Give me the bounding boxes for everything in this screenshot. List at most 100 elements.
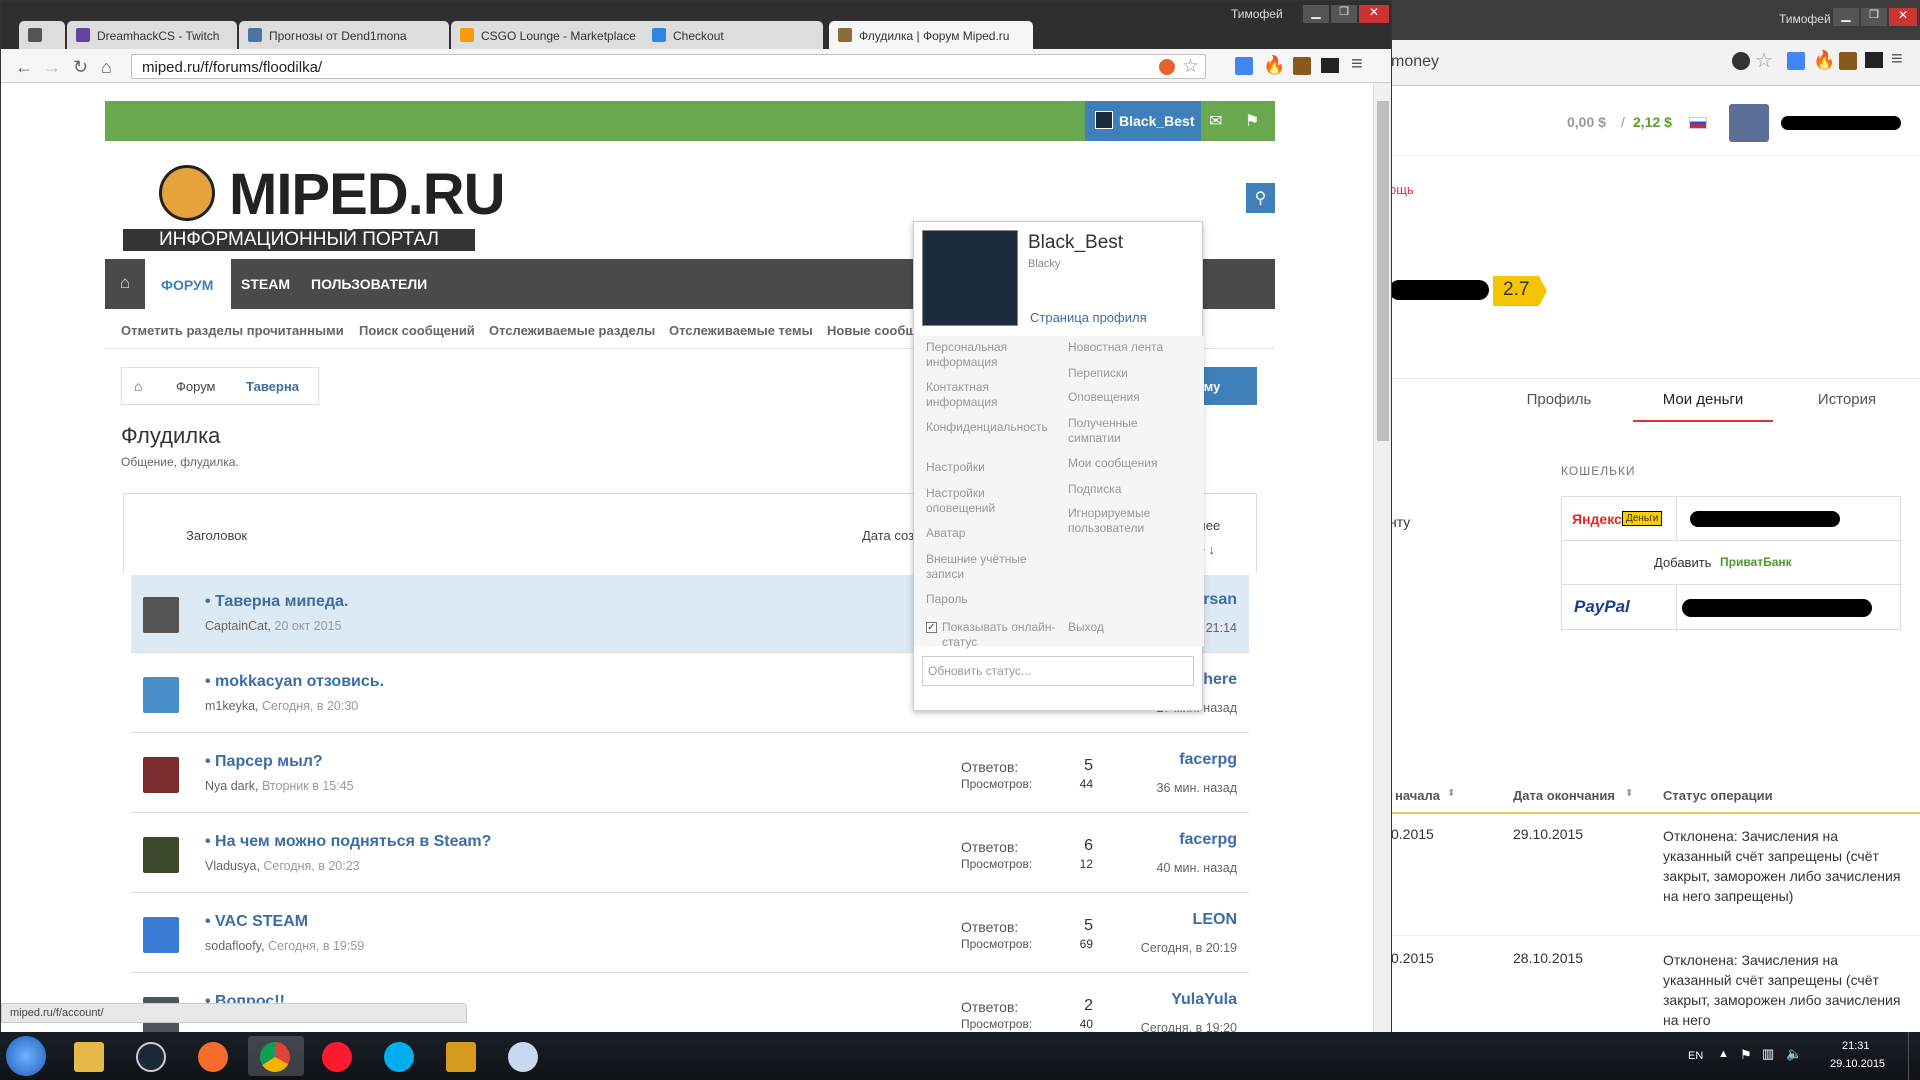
action-center-flag-icon[interactable]: ⚑ [1740,1047,1752,1063]
thread-author[interactable]: Nya dark [205,779,255,793]
last-poster[interactable]: LEON [1193,911,1237,929]
menu-contact-info[interactable]: Контактная информация [926,380,1046,410]
scrollbar-thumb[interactable] [1377,101,1389,441]
logout-link[interactable]: Выход [1068,620,1188,635]
thread-title[interactable]: • mokkacyan отзовись. [205,673,384,691]
tab-csgo-lounge[interactable]: CSGO Lounge - Marketplace [451,21,661,49]
russia-flag-icon[interactable] [1689,117,1707,129]
menu-external-accounts[interactable]: Внешние учётные записи [926,552,1046,582]
taskbar-chrome[interactable] [248,1036,304,1076]
menu-avatar[interactable]: Аватар [926,526,1046,541]
flame-extension-icon[interactable]: 🔥 [1813,50,1835,71]
tab-vk[interactable]: Прогнозы от Dend1mona [239,21,449,49]
alerts-flag-icon[interactable]: ⚑ [1245,111,1259,131]
chrome-menu-icon[interactable]: ≡ [1351,53,1363,76]
blocker-icon[interactable] [1732,52,1750,70]
tab-my-money[interactable]: Мои деньги [1633,380,1773,422]
menu-my-posts[interactable]: Мои сообщения [1068,456,1188,471]
mark-read-link[interactable]: Отметить разделы прочитанными [121,323,344,338]
translate-icon[interactable] [1787,52,1805,70]
clock-date[interactable]: 29.10.2015 [1830,1058,1885,1070]
taskbar-skype[interactable] [372,1036,428,1076]
nav-forum[interactable]: ФОРУМ [161,277,213,293]
flame-extension-icon[interactable]: 🔥 [1263,55,1285,76]
bookmark-star-icon[interactable]: ☆ [1755,48,1773,73]
taskbar-explorer[interactable] [62,1036,118,1076]
last-poster[interactable]: YulaYula [1171,991,1237,1009]
search-icon[interactable]: ⚲ [1246,183,1275,213]
home-icon[interactable]: ⌂ [101,57,112,78]
page-scrollbar[interactable] [1373,83,1391,1033]
thread-title[interactable]: • На чем можно подняться в Steam? [205,833,491,851]
tab-history[interactable]: История [1777,380,1917,422]
sort-icon[interactable]: ⬍ [1447,788,1455,799]
mail-extension-icon[interactable] [1321,58,1339,73]
wallet-row-add[interactable]: Добавить ПриватБанк [1562,541,1902,585]
tab-miped-active[interactable]: Флудилка | Форум Miped.ru [829,21,1033,49]
thread-avatar[interactable] [143,837,179,873]
taskbar-paint[interactable] [496,1036,552,1076]
thread-author[interactable]: Vladusya [205,859,256,873]
tray-expand-icon[interactable]: ▲ [1718,1048,1729,1060]
thread-avatar[interactable] [143,757,179,793]
maximize-button[interactable]: ❐ [1861,8,1887,26]
watched-threads-link[interactable]: Отслеживаемые темы [669,323,813,338]
minimize-button[interactable]: ▁ [1303,5,1329,23]
help-link[interactable]: ощь [1389,182,1414,197]
menu-privacy[interactable]: Конфиденциальность [926,420,1050,435]
menu-password[interactable]: Пароль [926,592,1046,607]
last-poster[interactable]: facerpg [1179,831,1237,849]
thread-author[interactable]: sodafloofy [205,939,261,953]
menu-conversations[interactable]: Переписки [1068,366,1188,381]
inbox-icon[interactable]: ✉ [1209,111,1222,131]
csgo-extension-icon[interactable] [1839,52,1857,70]
thread-avatar[interactable] [143,677,179,713]
last-poster[interactable]: facerpg [1179,751,1237,769]
menu-likes-received[interactable]: Полученные симпатии [1068,416,1188,446]
menu-ignored-users[interactable]: Игнорируемые пользователи [1068,506,1188,536]
network-icon[interactable]: ▥ [1762,1046,1774,1062]
csgo-extension-icon[interactable] [1293,57,1311,75]
bookmark-star-icon[interactable]: ☆ [1182,55,1199,78]
minimize-button[interactable]: ▁ [1833,8,1859,26]
privatbank-logo[interactable]: ПриватБанк [1720,555,1792,569]
nav-steam[interactable]: STEAM [241,276,290,292]
menu-subscription[interactable]: Подписка [1068,482,1188,497]
tab-checkout[interactable]: Checkout [643,21,823,49]
clock-time[interactable]: 21:31 [1842,1040,1870,1052]
add-label[interactable]: Добавить [1654,555,1711,570]
forward-icon[interactable]: → [43,57,61,78]
new-posts-link[interactable]: Новые сообщ [827,323,916,338]
col-date[interactable]: Дата соз [862,528,914,543]
back-icon[interactable]: ← [15,57,33,78]
menu-personal-info[interactable]: Персональная информация [926,340,1046,370]
search-posts-link[interactable]: Поиск сообщений [359,323,475,338]
breadcrumb-tavern[interactable]: Таверна [246,379,299,394]
taskbar-opera[interactable] [310,1036,366,1076]
menu-news-feed[interactable]: Новостная лента [1068,340,1188,355]
header-end[interactable]: Дата окончания [1513,788,1615,803]
show-online-label[interactable]: Показывать онлайн-статус [942,620,1062,650]
home-nav-icon[interactable]: ⌂ [105,259,145,309]
nav-users[interactable]: ПОЛЬЗОВАТЕЛИ [311,276,427,292]
taskbar-origin[interactable] [186,1036,242,1076]
breadcrumb-home-icon[interactable]: ⌂ [134,378,142,394]
close-window-button[interactable]: ✕ [1889,8,1917,26]
account-button[interactable]: Black_Best [1085,101,1201,141]
col-title[interactable]: Заголовок [186,528,247,543]
address-bar[interactable]: miped.ru/f/forums/floodilka/ ☆ [131,54,1206,79]
menu-settings[interactable]: Настройки [926,460,1046,475]
reload-icon[interactable]: ↻ [73,57,88,78]
sort-icon[interactable]: ⬍ [1625,788,1633,799]
watched-forums-link[interactable]: Отслеживаемые разделы [489,323,655,338]
menu-alerts[interactable]: Оповещения [1068,390,1188,405]
site-logo[interactable]: MIPED.RU ИНФОРМАЦИОННЫЙ ПОРТАЛ [119,153,506,253]
show-desktop-button[interactable] [1908,1032,1920,1080]
thread-row[interactable]: • VAC STEAM sodafloofy, Сегодня, в 19:59… [131,895,1249,973]
header-start[interactable]: начала [1395,788,1440,803]
mail-extension-icon[interactable] [1865,52,1883,68]
language-indicator[interactable]: EN [1688,1050,1703,1062]
tab-profile[interactable]: Профиль [1489,380,1629,422]
thread-title[interactable]: • Таверна мипеда. [205,593,348,611]
thread-title[interactable]: • VAC STEAM [205,913,308,931]
